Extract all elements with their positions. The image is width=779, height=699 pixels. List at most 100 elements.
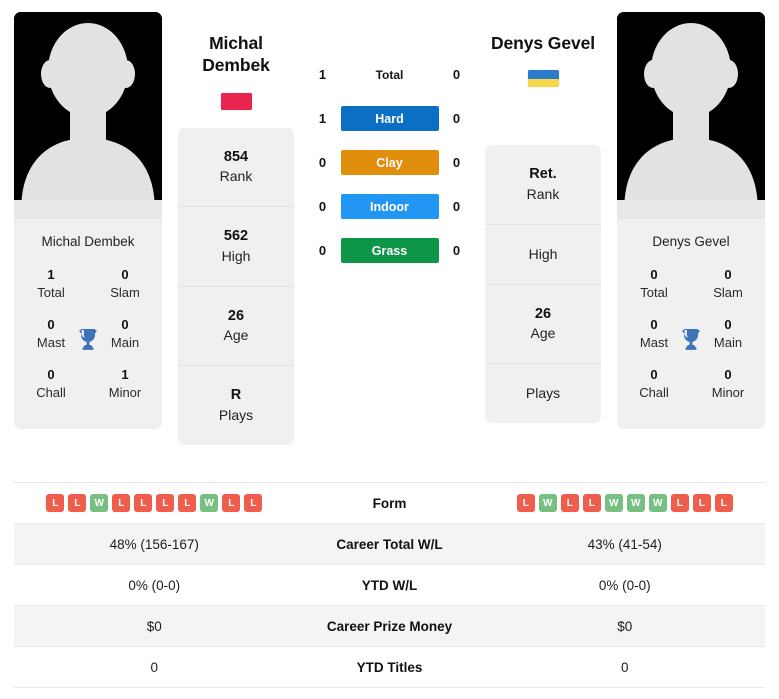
form-badge-loss[interactable]: L	[134, 494, 153, 512]
left-minor-titles: 1 Minor	[88, 366, 162, 401]
right-total-label: Total	[640, 284, 668, 300]
left-player-title[interactable]: Michal Dembek	[178, 32, 294, 77]
right-player-title[interactable]: Denys Gevel	[485, 32, 601, 54]
left-player-title-line1: Michal	[209, 33, 263, 53]
form-badge-win[interactable]: W	[604, 494, 623, 512]
left-career-prize-money: $0	[146, 618, 162, 634]
form-badge-loss[interactable]: L	[244, 494, 263, 512]
right-age-label: Age	[530, 325, 556, 342]
right-ytd-titles: 0	[620, 659, 629, 675]
surface-label-clay[interactable]: Clay	[340, 150, 439, 175]
right-ytd-wl: 0% (0-0)	[598, 577, 651, 593]
left-player-name-label: Michal Dembek	[41, 234, 135, 249]
right-form-cell: LWLLWWWLLL	[485, 486, 766, 520]
flag-band-bottom	[220, 101, 252, 110]
surface-label-total[interactable]: Total	[341, 62, 439, 87]
right-main-label: Main	[713, 334, 743, 350]
form-badge-loss[interactable]: L	[516, 494, 535, 512]
form-badge-win[interactable]: W	[538, 494, 557, 512]
left-minor-label: Minor	[108, 384, 142, 400]
left-high-value: 562	[223, 228, 249, 245]
right-attr-rank: Ret. Rank	[485, 145, 601, 225]
right-attr-high: High	[485, 225, 601, 285]
form-badge-win[interactable]: W	[200, 494, 219, 512]
right-total-titles: 0 Total	[617, 266, 691, 301]
form-badge-loss[interactable]: L	[68, 494, 87, 512]
left-chall-titles: 0 Chall	[14, 366, 88, 401]
left-slam-value: 0	[121, 267, 129, 282]
form-badge-loss[interactable]: L	[692, 494, 711, 512]
right-player-card[interactable]: Denys Gevel 0 Total 0 Slam 0 Mast 0 Main…	[617, 12, 765, 430]
left-total-value: 1	[47, 267, 55, 282]
left-form-cell: LLWLLLLWLL	[14, 486, 295, 520]
form-badge-loss[interactable]: L	[156, 494, 175, 512]
right-total-value: 0	[650, 267, 658, 282]
left-rank-label: Rank	[219, 168, 253, 185]
table-row-career-total-wl: 48% (156-167) Career Total W/L 43% (41-5…	[14, 524, 765, 565]
form-badge-loss[interactable]: L	[714, 494, 733, 512]
left-total-label: Total	[37, 284, 65, 300]
surface-label-grass[interactable]: Grass	[340, 238, 439, 263]
left-flag-wrap	[178, 92, 294, 110]
surface-row-indoor: 0 Indoor 0	[294, 194, 485, 219]
form-badge-win[interactable]: W	[626, 494, 645, 512]
right-flag-wrap	[485, 70, 601, 88]
right-slam-label: Slam	[713, 284, 743, 300]
form-badge-win[interactable]: W	[648, 494, 667, 512]
left-clay-score: 0	[318, 155, 327, 170]
right-form-strip: LWLLWWWLLL	[516, 494, 733, 512]
left-hard-score: 1	[318, 111, 327, 126]
table-row-ytd-titles: 0 YTD Titles 0	[14, 647, 765, 688]
left-high-label: High	[221, 247, 251, 264]
table-row-form: LLWLLLLWLL Form LWLLWWWLLL	[14, 483, 765, 524]
right-chall-label: Chall	[639, 384, 669, 400]
right-indoor-score: 0	[452, 199, 461, 214]
form-badge-loss[interactable]: L	[112, 494, 131, 512]
right-minor-value: 0	[724, 367, 732, 383]
stat-label-ytd-wl: YTD W/L	[361, 577, 418, 593]
right-titles-row-challenger: 0 Chall 0 Minor	[617, 363, 765, 413]
right-slam-value: 0	[724, 267, 732, 282]
right-high-label: High	[528, 245, 558, 262]
left-slam-titles: 0 Slam	[88, 266, 162, 301]
form-badge-loss[interactable]: L	[222, 494, 241, 512]
right-grass-score: 0	[452, 243, 461, 258]
left-age-label: Age	[223, 327, 249, 344]
form-badge-loss[interactable]: L	[582, 494, 601, 512]
flag-band-top	[527, 70, 559, 79]
surface-row-hard: 1 Hard 0	[294, 106, 485, 131]
surface-label-hard[interactable]: Hard	[340, 106, 439, 131]
right-chall-titles: 0 Chall	[617, 366, 691, 401]
stat-label-career-total-wl: Career Total W/L	[336, 536, 443, 552]
surface-comparison-column: 1 Total 0 1 Hard 0 0 Clay 0 0 Indoor 0 0	[294, 12, 485, 263]
left-main-value: 0	[121, 317, 129, 333]
stat-label-career-prize-money: Career Prize Money	[326, 618, 453, 634]
trophy-icon	[77, 327, 99, 351]
poland-flag-icon	[220, 92, 252, 110]
left-grass-score: 0	[318, 243, 327, 258]
left-slam-label: Slam	[110, 284, 140, 300]
surface-row-total: 1 Total 0	[294, 62, 485, 87]
right-attr-plays: Plays	[485, 364, 601, 423]
right-minor-label: Minor	[711, 384, 745, 400]
surface-row-clay: 0 Clay 0	[294, 150, 485, 175]
right-player-title-line1: Denys Gevel	[491, 33, 595, 53]
left-main-titles: 0 Main	[88, 316, 162, 351]
form-badge-loss[interactable]: L	[560, 494, 579, 512]
left-chall-label: Chall	[36, 384, 66, 400]
left-player-card[interactable]: Michal Dembek 1 Total 0 Slam 0 Mast 0 Ma…	[14, 12, 162, 430]
surface-label-indoor[interactable]: Indoor	[340, 194, 439, 219]
form-badge-win[interactable]: W	[90, 494, 109, 512]
right-attributes-card: Ret. Rank High 26 Age Plays	[485, 145, 601, 424]
left-career-total-wl: 48% (156-167)	[109, 536, 199, 552]
right-age-value: 26	[534, 305, 552, 322]
left-main-label: Main	[110, 334, 140, 350]
form-badge-loss[interactable]: L	[178, 494, 197, 512]
left-plays-label: Plays	[218, 406, 254, 423]
form-badge-loss[interactable]: L	[670, 494, 689, 512]
left-ytd-titles: 0	[150, 659, 158, 675]
right-player-avatar	[617, 12, 765, 219]
form-badge-loss[interactable]: L	[46, 494, 65, 512]
left-attr-plays: R Plays	[178, 366, 294, 444]
right-hard-score: 0	[452, 111, 461, 126]
